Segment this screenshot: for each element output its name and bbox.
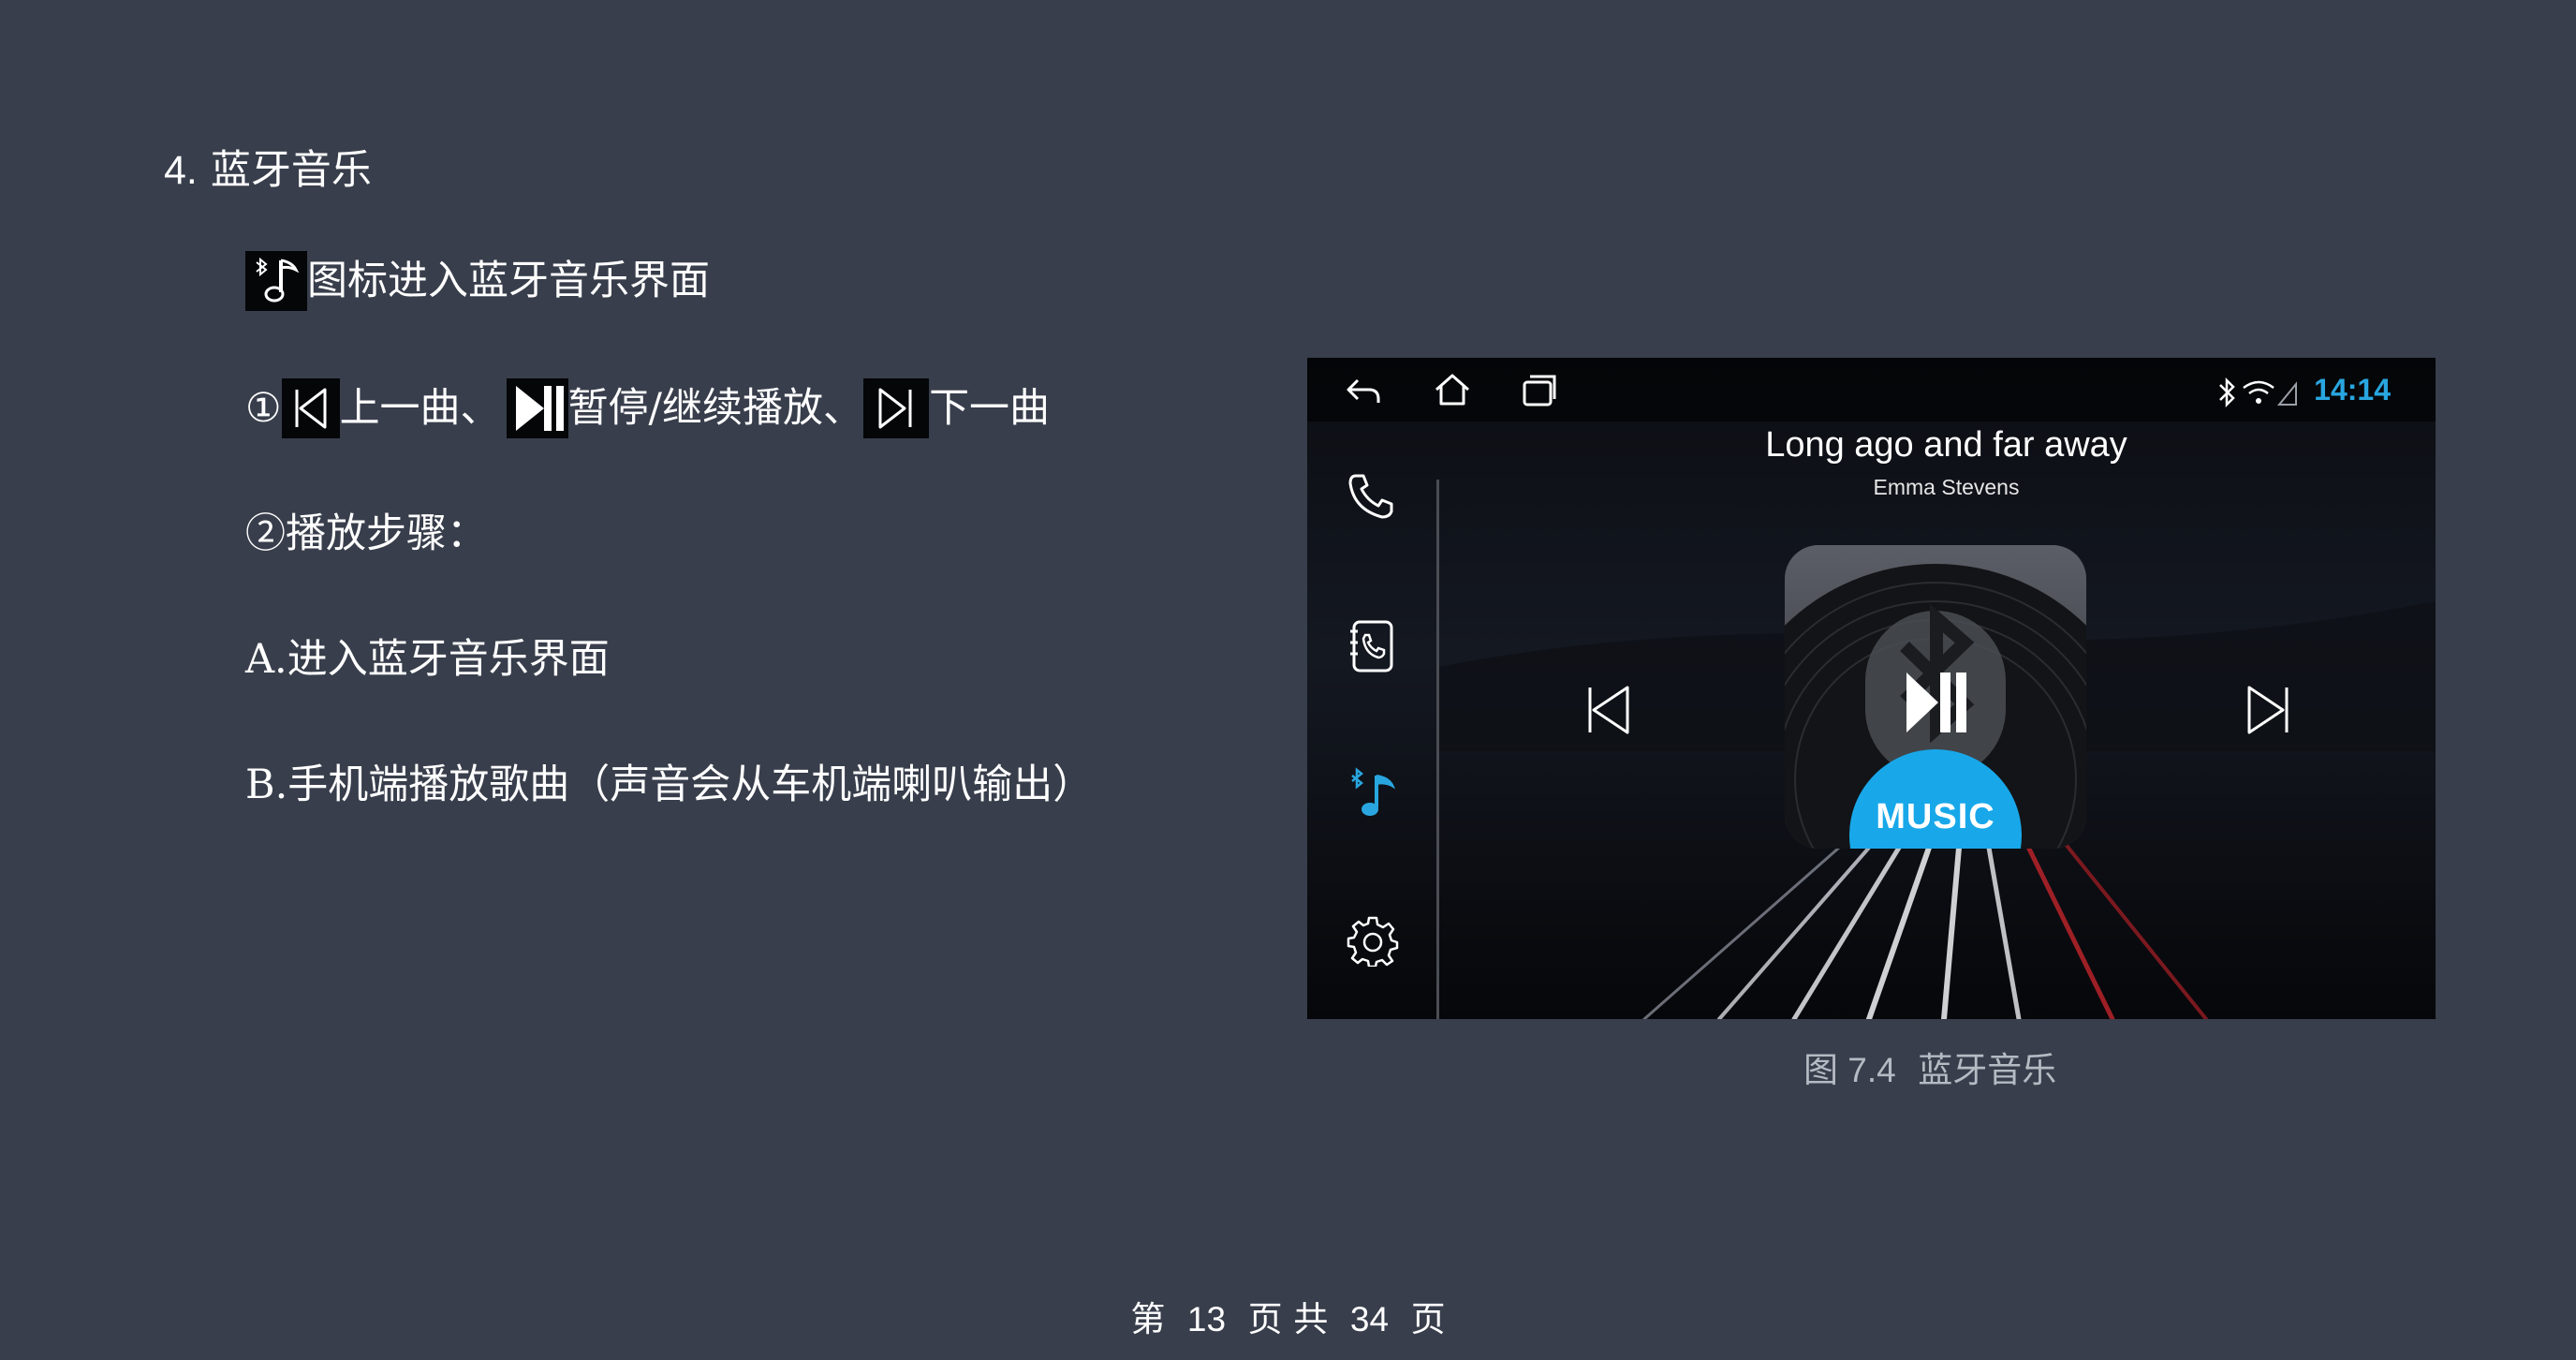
head-unit-screenshot: 14:14 Long ago and far away Emma Stevens [1307, 358, 2436, 1019]
intro-text: 图标进入蓝牙音乐界面 [307, 258, 710, 304]
contacts-icon[interactable] [1347, 618, 1397, 674]
next-track-button[interactable] [2242, 682, 2294, 738]
page-footer: 第 13 页 共 34 页 [0, 1296, 2576, 1343]
intro-line: 图标进入蓝牙音乐界面 [245, 251, 710, 311]
footer-prefix: 第 [1130, 1299, 1166, 1339]
song-artist: Emma Stevens [1873, 475, 2020, 499]
clock: 14:14 [2314, 373, 2391, 407]
phone-icon[interactable] [1345, 470, 1397, 523]
previous-track-icon [281, 378, 340, 438]
settings-icon[interactable] [1347, 914, 1399, 967]
figure-number: 图 7.4 [1803, 1051, 1896, 1089]
bluetooth-music-icon [245, 251, 307, 311]
sidebar-divider [1436, 480, 1439, 1019]
album-cover: MUSIC [1785, 545, 2086, 849]
back-icon[interactable] [1345, 371, 1382, 408]
marker-1: ① [245, 385, 282, 432]
figure-caption: 图 7.4 蓝牙音乐 [1803, 1047, 2056, 1094]
step-a: A.进入蓝牙音乐界面 [245, 636, 610, 683]
controls-line: ① 上一曲、 暂停/继续播放、 下一曲 [245, 378, 1050, 438]
signal-icon [2277, 381, 2297, 406]
next-track-icon [863, 378, 930, 438]
cover-label: MUSIC [1876, 797, 1995, 836]
document-page: 4. 蓝牙音乐 图标进入蓝牙音乐界面 ① 上一曲、 暂停/继续播放、 下一曲 ②… [0, 0, 2576, 1360]
recent-apps-icon[interactable] [1521, 373, 1558, 408]
previous-track-button[interactable] [1582, 682, 1635, 738]
section-heading: 4. 蓝牙音乐 [164, 142, 372, 199]
bluetooth-icon [2219, 377, 2235, 408]
figure-title: 蓝牙音乐 [1918, 1050, 2057, 1090]
bluetooth-music-icon[interactable] [1348, 766, 1401, 822]
footer-middle: 页 共 [1247, 1299, 1329, 1339]
play-pause-label: 暂停/继续播放、 [567, 385, 864, 432]
steps-heading: ②播放步骤： [245, 510, 487, 557]
home-icon[interactable] [1433, 371, 1472, 408]
next-label: 下一曲 [929, 385, 1051, 432]
total-pages: 34 [1349, 1300, 1390, 1338]
play-pause-icon [506, 378, 568, 438]
song-title: Long ago and far away [1765, 425, 2127, 465]
footer-suffix: 页 [1410, 1299, 1446, 1339]
wifi-icon [2243, 380, 2274, 404]
step-b: B.手机端播放歌曲（声音会从车机端喇叭输出） [245, 761, 1094, 808]
play-pause-button[interactable] [1903, 667, 1970, 738]
section-title: 蓝牙音乐 [210, 147, 372, 194]
section-number: 4. [164, 148, 198, 193]
page-number: 13 [1186, 1300, 1227, 1338]
previous-label: 上一曲、 [339, 385, 501, 432]
